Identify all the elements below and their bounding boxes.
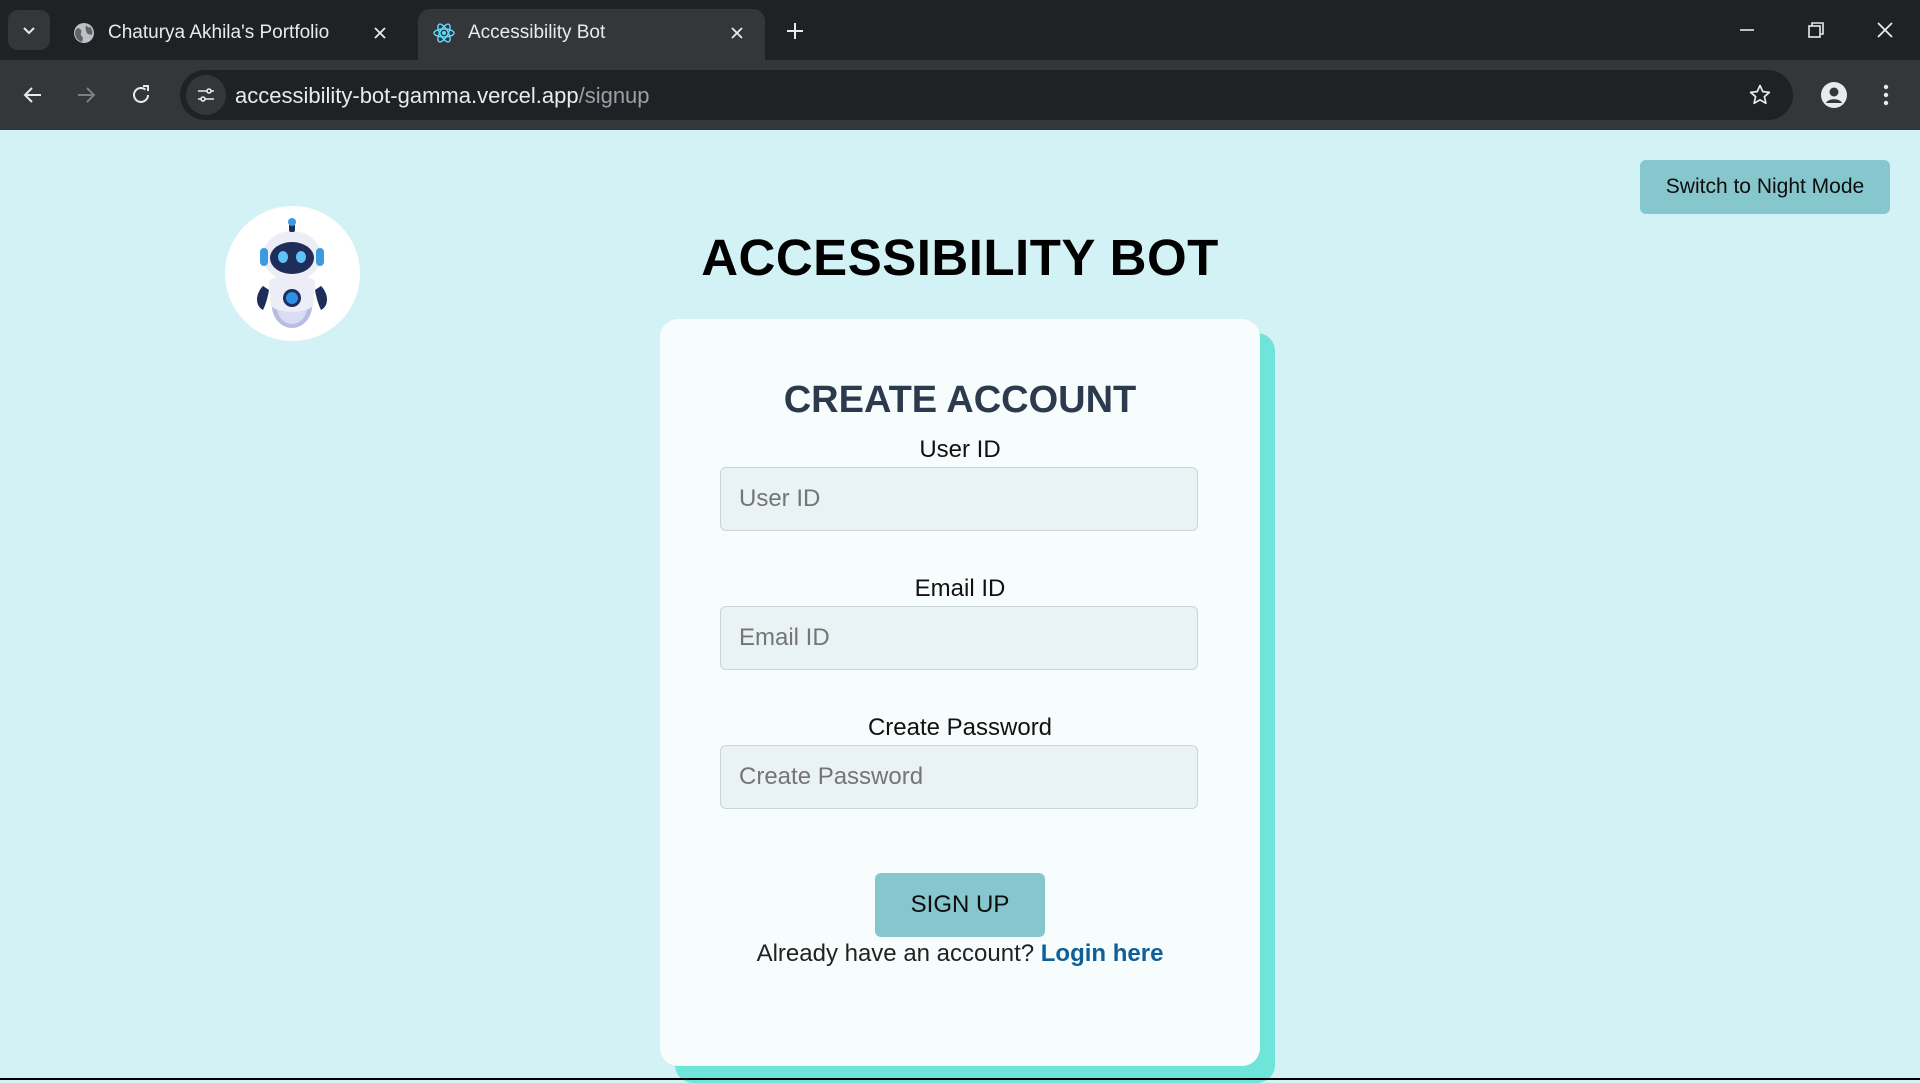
minimize-icon <box>1740 29 1754 31</box>
close-tab-icon[interactable] <box>723 19 751 47</box>
profile-button[interactable] <box>1815 76 1853 114</box>
create-password-label: Create Password <box>867 714 1053 741</box>
tab-search-button[interactable] <box>8 10 50 50</box>
tune-icon <box>198 88 214 102</box>
url-host: accessibility-bot-gamma.vercel.app <box>235 83 579 108</box>
url-path: /signup <box>578 83 650 108</box>
back-button[interactable] <box>13 75 53 115</box>
arrow-left-icon <box>23 87 41 103</box>
restore-button[interactable] <box>1796 14 1836 46</box>
user-id-label: User ID <box>919 436 1001 463</box>
login-prompt: Already have an account? Login here <box>660 940 1260 968</box>
new-tab-button[interactable] <box>780 16 810 46</box>
bookmark-star-icon[interactable] <box>1745 80 1775 110</box>
arrow-right-icon <box>78 87 96 103</box>
restore-icon <box>1808 22 1824 38</box>
globe-icon <box>74 23 94 43</box>
browser-toolbar: accessibility-bot-gamma.vercel.app/signu… <box>0 60 1920 130</box>
tab-portfolio[interactable]: Chaturya Akhila's Portfolio <box>58 9 408 60</box>
reload-button[interactable] <box>121 75 161 115</box>
site-info-button[interactable] <box>186 75 226 115</box>
email-id-label: Email ID <box>914 575 1006 602</box>
tab-title: Accessibility Bot <box>468 22 606 43</box>
signup-card: CREATE ACCOUNT User ID Email ID Create P… <box>660 319 1260 1066</box>
close-icon <box>1877 22 1893 38</box>
url-text: accessibility-bot-gamma.vercel.app/signu… <box>235 83 650 109</box>
plus-icon <box>787 23 803 39</box>
email-id-input[interactable] <box>720 606 1198 670</box>
form-title: CREATE ACCOUNT <box>783 379 1137 421</box>
more-vert-icon <box>1883 84 1889 106</box>
tab-title: Chaturya Akhila's Portfolio <box>108 22 330 43</box>
address-bar[interactable]: accessibility-bot-gamma.vercel.app/signu… <box>180 70 1793 120</box>
minimize-button[interactable] <box>1727 14 1767 46</box>
night-mode-toggle-button[interactable]: Switch to Night Mode <box>1640 160 1890 214</box>
account-icon <box>1821 82 1847 108</box>
close-window-button[interactable] <box>1865 14 1905 46</box>
login-prompt-text: Already have an account? <box>756 940 1035 967</box>
login-here-link[interactable]: Login here <box>1041 940 1164 967</box>
react-icon <box>433 23 455 43</box>
browser-tab-bar: Chaturya Akhila's Portfolio Accessibilit… <box>0 0 1920 60</box>
sign-up-button[interactable]: SIGN UP <box>875 873 1045 937</box>
app-title: ACCESSIBILITY BOT <box>701 229 1219 286</box>
browser-menu-button[interactable] <box>1870 76 1902 114</box>
close-tab-icon[interactable] <box>366 19 394 47</box>
create-password-input[interactable] <box>720 745 1198 809</box>
chevron-down-icon <box>23 27 35 35</box>
reload-icon <box>133 85 149 103</box>
page-content: Switch to Night Mode ACCESSIBILITY BOT C… <box>0 130 1920 1083</box>
forward-button[interactable] <box>66 75 106 115</box>
user-id-input[interactable] <box>720 467 1198 531</box>
tab-accessibility-bot[interactable]: Accessibility Bot <box>418 9 765 60</box>
